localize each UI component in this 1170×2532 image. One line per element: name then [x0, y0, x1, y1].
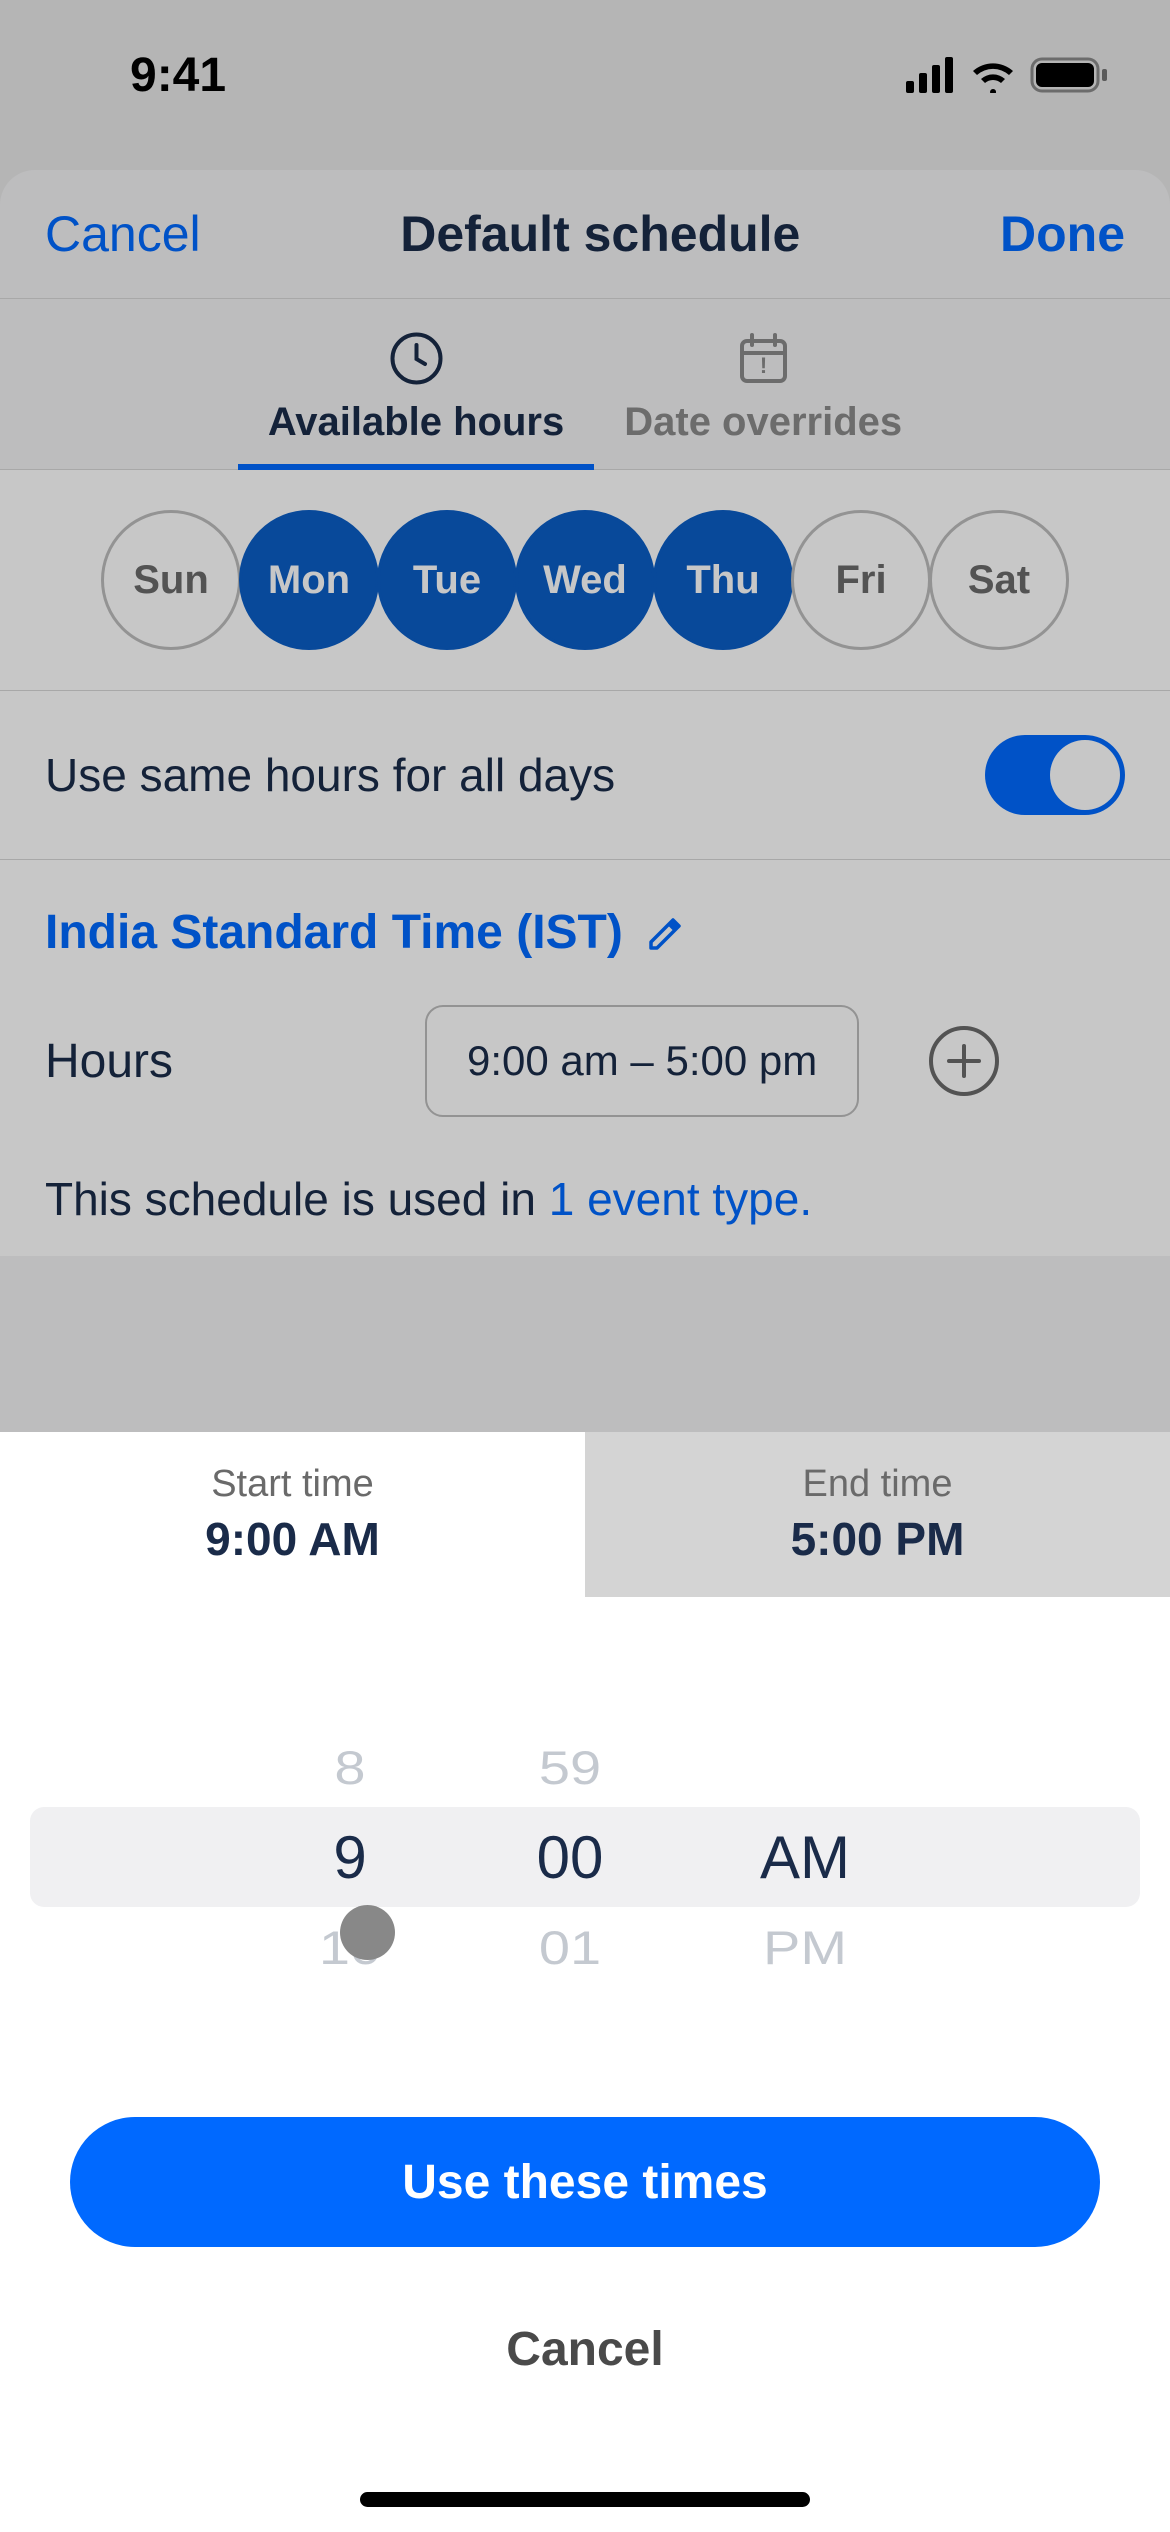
wheel-min-selected: 00 — [537, 1812, 604, 1902]
hours-row: Hours 9:00 am – 5:00 pm — [45, 1005, 1125, 1117]
hours-label: Hours — [45, 1034, 375, 1089]
wheel-period-selected: AM — [760, 1812, 850, 1902]
use-times-button[interactable]: Use these times — [70, 2117, 1100, 2247]
done-button[interactable]: Done — [1000, 205, 1125, 263]
day-chip-mon[interactable]: Mon — [239, 510, 379, 650]
picker-cancel-button[interactable]: Cancel — [70, 2302, 1100, 2397]
status-time: 9:41 — [130, 48, 226, 103]
day-chip-sun[interactable]: Sun — [101, 510, 241, 650]
cancel-button[interactable]: Cancel — [45, 205, 201, 263]
period-wheel[interactable]: -- AM PM — [730, 1722, 880, 1992]
day-chip-wed[interactable]: Wed — [515, 510, 655, 650]
cellular-icon — [906, 57, 956, 93]
schedule-tabs: Available hours ! Date overrides — [0, 299, 1170, 470]
day-chip-tue[interactable]: Tue — [377, 510, 517, 650]
day-chip-fri[interactable]: Fri — [791, 510, 931, 650]
start-time-tab[interactable]: Start time 9:00 AM — [0, 1432, 585, 1597]
svg-text:!: ! — [760, 353, 767, 378]
toggle-knob — [1050, 740, 1120, 810]
status-bar: 9:41 — [0, 0, 1170, 130]
start-time-label: Start time — [211, 1463, 374, 1506]
wheel-hour-prev: 8 — [334, 1729, 365, 1806]
wheel-min-next: 01 — [539, 1909, 601, 1986]
status-icons — [906, 55, 1110, 95]
wifi-icon — [968, 57, 1018, 93]
sheet-header: Cancel Default schedule Done — [0, 170, 1170, 299]
battery-icon — [1030, 55, 1110, 95]
start-time-value: 9:00 AM — [205, 1512, 380, 1566]
time-picker-sheet: Start time 9:00 AM End time 5:00 PM 8 9 … — [0, 1432, 1170, 2532]
usage-text: This schedule is used in 1 event type. — [45, 1172, 1125, 1226]
tab-available-hours[interactable]: Available hours — [268, 331, 564, 469]
same-hours-toggle-row: Use same hours for all days — [0, 691, 1170, 860]
time-wheel-picker[interactable]: 8 9 10 59 00 01 -- AM PM — [0, 1637, 1170, 2077]
calendar-icon: ! — [736, 331, 791, 386]
timezone-label: India Standard Time (IST) — [45, 905, 623, 960]
sheet-title: Default schedule — [400, 205, 800, 263]
tab-label: Date overrides — [624, 400, 902, 445]
clock-icon — [389, 331, 444, 386]
end-time-value: 5:00 PM — [791, 1512, 965, 1566]
timezone-section: India Standard Time (IST) Hours 9:00 am … — [0, 860, 1170, 1256]
edit-icon — [643, 912, 685, 954]
tab-label: Available hours — [268, 400, 564, 445]
add-hours-button[interactable] — [929, 1026, 999, 1096]
wheel-period-next: PM — [763, 1909, 847, 1986]
touch-indicator — [340, 1905, 395, 1960]
usage-prefix: This schedule is used in — [45, 1173, 549, 1225]
hours-range-button[interactable]: 9:00 am – 5:00 pm — [425, 1005, 859, 1117]
end-time-label: End time — [803, 1463, 953, 1506]
day-chip-sat[interactable]: Sat — [929, 510, 1069, 650]
day-chip-thu[interactable]: Thu — [653, 510, 793, 650]
days-selector: Sun Mon Tue Wed Thu Fri Sat — [0, 470, 1170, 691]
plus-icon — [945, 1042, 983, 1080]
timezone-row[interactable]: India Standard Time (IST) — [45, 905, 1125, 960]
toggle-label: Use same hours for all days — [45, 748, 615, 802]
time-picker-tabs: Start time 9:00 AM End time 5:00 PM — [0, 1432, 1170, 1597]
picker-actions: Use these times Cancel — [0, 2077, 1170, 2427]
wheel-min-prev: 59 — [539, 1729, 601, 1806]
wheel-hour-selected: 9 — [333, 1812, 366, 1902]
minute-wheel[interactable]: 59 00 01 — [510, 1722, 630, 1992]
tab-date-overrides[interactable]: ! Date overrides — [624, 331, 902, 469]
usage-link[interactable]: 1 event type. — [549, 1173, 812, 1225]
same-hours-toggle[interactable] — [985, 735, 1125, 815]
end-time-tab[interactable]: End time 5:00 PM — [585, 1432, 1170, 1597]
home-indicator[interactable] — [360, 2492, 810, 2507]
